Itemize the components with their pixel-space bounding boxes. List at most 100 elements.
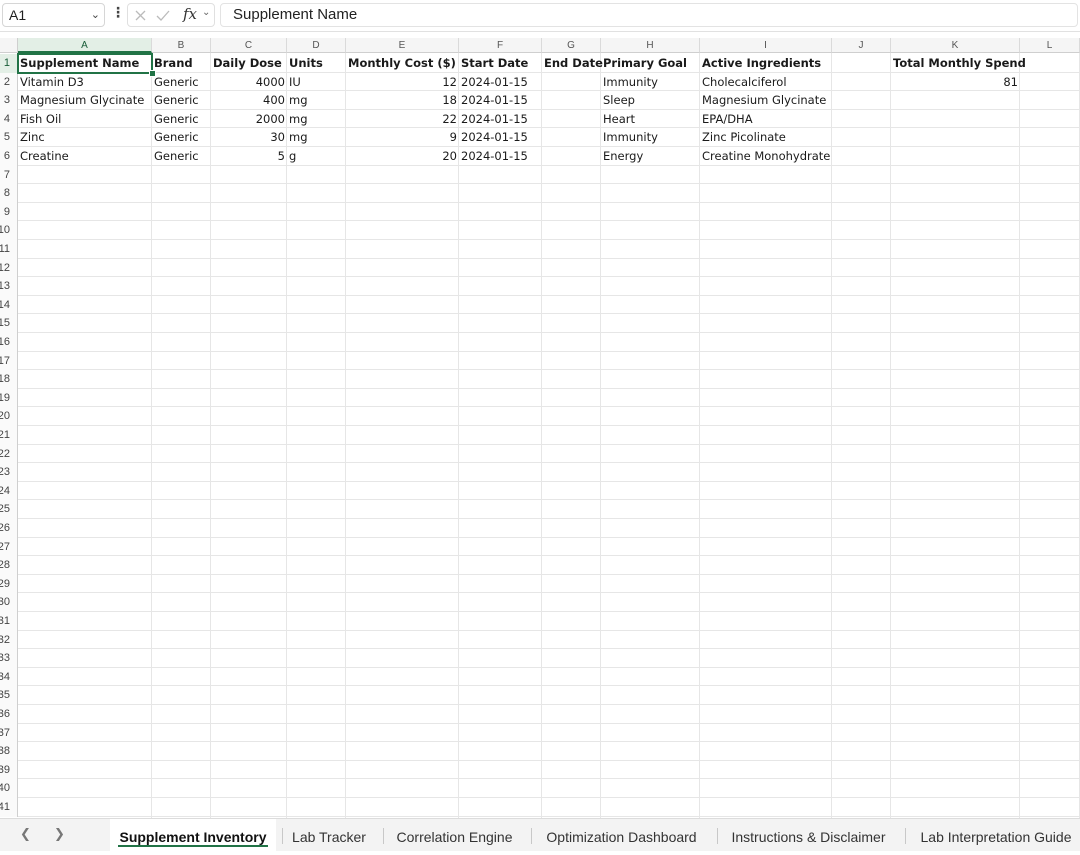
header-cell-a[interactable]: Supplement Name xyxy=(18,54,152,72)
fill-handle[interactable] xyxy=(149,69,156,77)
header-cell-g[interactable]: End Date xyxy=(542,54,603,72)
row-header[interactable]: 26 xyxy=(0,519,18,538)
cell-start[interactable]: 2024-01-15 xyxy=(459,128,542,146)
sheet-tab[interactable]: Lab Interpretation Guide xyxy=(906,819,1080,851)
cell-units[interactable]: mg xyxy=(287,128,346,146)
cell-ingredients[interactable]: Zinc Picolinate xyxy=(700,128,832,146)
row-header[interactable]: 20 xyxy=(0,407,18,426)
row-header[interactable]: 27 xyxy=(0,537,18,557)
row-header[interactable]: 13 xyxy=(0,277,18,296)
column-header-l[interactable]: L xyxy=(1020,38,1080,53)
cell-cost[interactable]: 9 xyxy=(346,128,459,146)
row-header[interactable]: 12 xyxy=(0,258,18,278)
cell-brand[interactable]: Generic xyxy=(152,91,211,109)
cell-brand[interactable]: Generic xyxy=(152,110,211,128)
header-cell-k[interactable]: Total Monthly Spend xyxy=(891,54,1026,72)
cell-units[interactable]: g xyxy=(287,147,346,165)
row-header[interactable]: 2 xyxy=(0,72,18,92)
cell-brand[interactable]: Generic xyxy=(152,147,211,165)
row-header[interactable]: 17 xyxy=(0,351,18,371)
cell-units[interactable]: IU xyxy=(287,73,346,91)
row-header[interactable]: 33 xyxy=(0,649,18,668)
chevron-down-icon[interactable]: ⌄ xyxy=(91,4,100,26)
cell-dose[interactable]: 5 xyxy=(211,147,287,165)
column-header-a[interactable]: A xyxy=(18,38,152,53)
header-cell-d[interactable]: Units xyxy=(287,54,346,72)
row-header[interactable]: 30 xyxy=(0,593,18,612)
cell-start[interactable]: 2024-01-15 xyxy=(459,73,542,91)
row-header[interactable]: 7 xyxy=(0,165,18,185)
sheet-tab[interactable]: Instructions & Disclaimer xyxy=(718,819,899,851)
row-header[interactable]: 5 xyxy=(0,128,18,147)
column-header-j[interactable]: J xyxy=(832,38,891,53)
column-header-f[interactable]: F xyxy=(459,38,542,53)
sheet-tab[interactable]: Lab Tracker xyxy=(283,819,375,851)
cell-dose[interactable]: 30 xyxy=(211,128,287,146)
row-header[interactable]: 19 xyxy=(0,388,18,408)
row-header[interactable]: 15 xyxy=(0,314,18,333)
row-header[interactable]: 14 xyxy=(0,295,18,315)
sheet-tab[interactable]: Supplement Inventory xyxy=(110,819,276,851)
header-cell-e[interactable]: Monthly Cost ($) xyxy=(346,54,459,72)
column-header-d[interactable]: D xyxy=(287,38,346,53)
cell-goal[interactable]: Heart xyxy=(601,110,700,128)
cell-start[interactable]: 2024-01-15 xyxy=(459,147,542,165)
cell-units[interactable]: mg xyxy=(287,91,346,109)
row-header[interactable]: 35 xyxy=(0,686,18,705)
row-header[interactable]: 25 xyxy=(0,500,18,519)
header-cell-i[interactable]: Active Ingredients xyxy=(700,54,832,72)
cell-start[interactable]: 2024-01-15 xyxy=(459,91,542,109)
cell-ingredients[interactable]: Cholecalciferol xyxy=(700,73,832,91)
cell-dose[interactable]: 2000 xyxy=(211,110,287,128)
name-box[interactable]: A1 ⌄ xyxy=(2,3,105,27)
cell-goal[interactable]: Immunity xyxy=(601,128,700,146)
header-cell-f[interactable]: Start Date xyxy=(459,54,542,72)
cell-end[interactable] xyxy=(542,128,601,146)
sheet-tab[interactable]: Correlation Engine xyxy=(384,819,525,851)
cell-brand[interactable]: Generic xyxy=(152,128,211,146)
cell-cost[interactable]: 12 xyxy=(346,73,459,91)
cell-ingredients[interactable]: EPA/DHA xyxy=(700,110,832,128)
row-header[interactable]: 18 xyxy=(0,370,18,389)
cell-name[interactable]: Creatine xyxy=(18,147,152,165)
row-header[interactable]: 22 xyxy=(0,444,18,464)
column-header-h[interactable]: H xyxy=(601,38,700,53)
column-header-b[interactable]: B xyxy=(152,38,211,53)
row-header[interactable]: 32 xyxy=(0,630,18,650)
cell-cost[interactable]: 22 xyxy=(346,110,459,128)
header-cell-h[interactable]: Primary Goal xyxy=(601,54,700,72)
chevron-left-icon[interactable]: ❮ xyxy=(20,827,31,842)
cell-cost[interactable]: 18 xyxy=(346,91,459,109)
chevron-right-icon[interactable]: ❯ xyxy=(54,827,65,842)
row-header[interactable]: 34 xyxy=(0,667,18,687)
row-header[interactable]: 10 xyxy=(0,221,18,240)
row-header[interactable]: 28 xyxy=(0,556,18,575)
cell-cost[interactable]: 20 xyxy=(346,147,459,165)
row-header[interactable]: 24 xyxy=(0,481,18,501)
cell-brand[interactable]: Generic xyxy=(152,73,211,91)
cell-goal[interactable]: Sleep xyxy=(601,91,700,109)
sheet-tab[interactable]: Optimization Dashboard xyxy=(532,819,711,851)
header-cell-c[interactable]: Daily Dose xyxy=(211,54,287,72)
row-header[interactable]: 9 xyxy=(0,202,18,222)
cell-name[interactable]: Magnesium Glycinate xyxy=(18,91,152,109)
row-header[interactable]: 6 xyxy=(0,147,18,166)
row-header[interactable]: 29 xyxy=(0,574,18,594)
row-header[interactable]: 40 xyxy=(0,779,18,798)
cell-dose[interactable]: 400 xyxy=(211,91,287,109)
cell-end[interactable] xyxy=(542,147,601,165)
column-header-e[interactable]: E xyxy=(346,38,459,53)
column-header-c[interactable]: C xyxy=(211,38,287,53)
row-header[interactable]: 4 xyxy=(0,109,18,129)
cell-end[interactable] xyxy=(542,73,601,91)
formula-input[interactable]: Supplement Name xyxy=(220,3,1078,27)
row-header[interactable]: 37 xyxy=(0,723,18,743)
column-header-i[interactable]: I xyxy=(700,38,832,53)
chevron-down-icon[interactable]: ⌄ xyxy=(202,7,210,18)
cancel-icon[interactable] xyxy=(134,9,147,22)
confirm-icon[interactable] xyxy=(156,9,170,22)
row-header[interactable]: 41 xyxy=(0,798,18,817)
row-header[interactable]: 1 xyxy=(0,54,18,73)
row-header[interactable]: 36 xyxy=(0,705,18,724)
column-header-g[interactable]: G xyxy=(542,38,601,53)
